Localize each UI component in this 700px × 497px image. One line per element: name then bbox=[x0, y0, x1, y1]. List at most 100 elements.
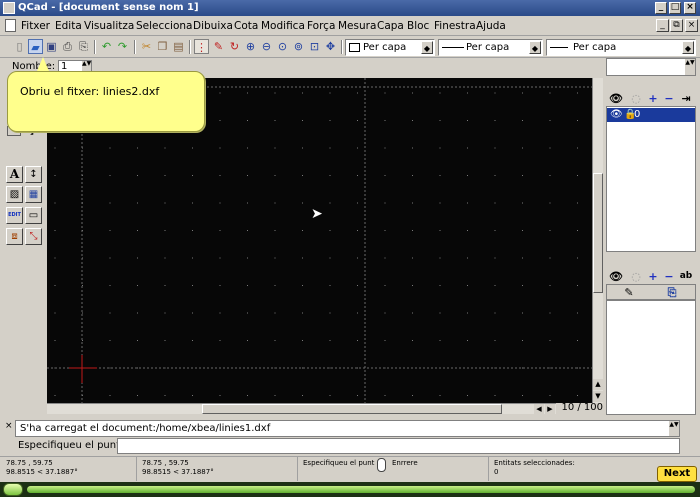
mdi-restore-icon[interactable]: ⧉ bbox=[670, 19, 683, 32]
edit-block-icon[interactable]: ✎ bbox=[622, 286, 636, 300]
maximize-icon[interactable]: □ bbox=[669, 2, 681, 14]
grid-toggle-icon[interactable]: ⋮ bbox=[194, 39, 209, 54]
menu-cota[interactable]: Cota bbox=[234, 20, 258, 32]
menu-bar: Fitxer Edita Visualitza Selecciona Dibui… bbox=[0, 16, 700, 36]
copy-icon[interactable]: ❐ bbox=[155, 39, 170, 54]
text-tool-icon[interactable]: A bbox=[6, 166, 23, 183]
image-tool-icon[interactable]: ▦ bbox=[25, 186, 42, 203]
new-file-icon[interactable]: ▯ bbox=[12, 39, 27, 54]
menu-visualitza[interactable]: Visualitza bbox=[84, 20, 134, 32]
vertical-scrollbar[interactable]: ▲ ▼ bbox=[592, 78, 603, 403]
rel-coord-text: 78.75 , 59.75 bbox=[142, 459, 189, 467]
layer-visible-icon[interactable]: 👁 bbox=[610, 108, 623, 122]
paste-icon[interactable]: ▤ bbox=[171, 39, 186, 54]
scroll-left-icon[interactable]: ◀ bbox=[534, 404, 544, 414]
undo-icon[interactable]: ↶ bbox=[99, 39, 114, 54]
rename-block-icon[interactable]: ab bbox=[679, 270, 693, 284]
abs-polar-text: 98.8515 < 37.1887° bbox=[6, 468, 78, 476]
zoom-previous-icon[interactable]: ⊚ bbox=[291, 39, 306, 54]
command-prompt: Especifiqueu el punt bbox=[18, 440, 121, 451]
chevron-down-icon[interactable]: ◆ bbox=[682, 41, 694, 54]
horizontal-scrollbar[interactable]: ◀ ▶ bbox=[47, 403, 556, 414]
print-icon[interactable]: ⎙ bbox=[60, 39, 75, 54]
title-bar[interactable]: QCad - [document sense nom 1] _ □ × bbox=[0, 0, 700, 16]
width-combo[interactable]: Per capa ◆ bbox=[438, 39, 543, 56]
vertical-scroll-thumb[interactable] bbox=[593, 173, 603, 293]
scroll-up-icon[interactable]: ▲ bbox=[593, 379, 603, 390]
menu-dibuixa[interactable]: Dibuixa bbox=[193, 20, 233, 32]
toggle-layer-icon[interactable]: ⇥ bbox=[679, 92, 693, 106]
layer-row[interactable]: 👁 🔒 0 bbox=[607, 108, 695, 122]
horizontal-scroll-thumb[interactable] bbox=[202, 404, 502, 414]
selected-count: 0 bbox=[494, 468, 499, 476]
cut-icon[interactable]: ✂ bbox=[139, 39, 154, 54]
minimize-icon[interactable]: _ bbox=[655, 2, 667, 14]
hide-all-blocks-icon[interactable]: ◌ bbox=[629, 270, 643, 284]
document-icon[interactable] bbox=[5, 19, 16, 32]
dimension-tool-icon[interactable]: ↕ bbox=[25, 166, 42, 183]
layer-list: 👁 🔒 0 bbox=[606, 106, 696, 252]
grid-dots bbox=[54, 92, 578, 396]
menu-selecciona[interactable]: Selecciona bbox=[136, 20, 192, 32]
width-combo-label: Per capa bbox=[466, 42, 510, 53]
remove-layer-icon[interactable]: − bbox=[662, 92, 676, 106]
mouse-right-hint: Enrrere bbox=[392, 459, 418, 467]
qcad-window: QCad - [document sense nom 1] _ □ × Fitx… bbox=[0, 0, 700, 497]
linetype-combo[interactable]: Per capa ◆ bbox=[546, 39, 696, 56]
open-file-icon[interactable]: ▰ bbox=[28, 39, 43, 54]
hide-all-layers-icon[interactable]: ◌ bbox=[629, 92, 643, 106]
tooltip-text: Obriu el fitxer: linies2.dxf bbox=[20, 85, 160, 98]
tooltip-pointer bbox=[37, 57, 49, 71]
color-combo[interactable]: Per capa ◆ bbox=[345, 39, 435, 56]
command-history: S'ha carregat el document:/home/xbea/lin… bbox=[15, 420, 680, 437]
menu-modifica[interactable]: Modifica bbox=[261, 20, 305, 32]
menu-fitxer[interactable]: Fitxer bbox=[21, 20, 50, 32]
select-tool-icon[interactable]: ⤡ bbox=[25, 228, 42, 245]
color-combo-label: Per capa bbox=[363, 42, 407, 53]
block-tool-icon[interactable]: ⧈ bbox=[6, 228, 23, 245]
mdi-close-icon[interactable]: × bbox=[685, 19, 698, 32]
app-icon[interactable] bbox=[3, 2, 15, 14]
hatch-tool-icon[interactable]: ▨ bbox=[6, 186, 23, 203]
menu-mesura[interactable]: Mesura bbox=[338, 20, 376, 32]
zoom-window-icon[interactable]: ⊡ bbox=[307, 39, 322, 54]
redraw-icon[interactable]: ↻ bbox=[227, 39, 242, 54]
save-icon[interactable]: ▣ bbox=[44, 39, 59, 54]
chevron-down-icon[interactable]: ◆ bbox=[421, 41, 433, 54]
line-width-sample bbox=[442, 47, 464, 48]
menu-ajuda[interactable]: Ajuda bbox=[476, 20, 506, 32]
zoom-pan-icon[interactable]: ✥ bbox=[323, 39, 338, 54]
progress-knob[interactable] bbox=[3, 483, 23, 496]
measure-tool-icon[interactable]: ▭ bbox=[25, 207, 42, 224]
menu-forca[interactable]: Força bbox=[307, 20, 335, 32]
spin-arrows-icon[interactable]: ▲▼ bbox=[685, 59, 695, 75]
add-layer-icon[interactable]: + bbox=[646, 92, 660, 106]
draft-mode-icon[interactable]: ✎ bbox=[211, 39, 226, 54]
show-all-layers-icon[interactable]: 👁 bbox=[609, 92, 623, 106]
scroll-down-icon[interactable]: ▼ bbox=[593, 391, 603, 402]
remove-block-icon[interactable]: − bbox=[662, 270, 676, 284]
command-close-icon[interactable]: × bbox=[5, 421, 13, 431]
show-all-blocks-icon[interactable]: 👁 bbox=[609, 270, 623, 284]
menu-bloc[interactable]: Bloc bbox=[407, 20, 429, 32]
tutorial-tooltip: Obriu el fitxer: linies2.dxf bbox=[7, 71, 205, 132]
zoom-auto-icon[interactable]: ⊙ bbox=[275, 39, 290, 54]
insert-block-icon[interactable]: ⎘ bbox=[665, 286, 679, 300]
command-input[interactable] bbox=[117, 438, 680, 454]
scroll-right-icon[interactable]: ▶ bbox=[545, 404, 555, 414]
zoom-in-icon[interactable]: ⊕ bbox=[243, 39, 258, 54]
zoom-out-icon[interactable]: ⊖ bbox=[259, 39, 274, 54]
close-icon[interactable]: × bbox=[684, 2, 696, 14]
print-preview-icon[interactable]: ⎘ bbox=[76, 39, 91, 54]
history-scroll-icon[interactable]: ▲▼ bbox=[669, 421, 679, 436]
menu-finestra[interactable]: Finestra bbox=[434, 20, 476, 32]
chevron-down-icon[interactable]: ◆ bbox=[529, 41, 541, 54]
redo-icon[interactable]: ↷ bbox=[115, 39, 130, 54]
next-button[interactable]: Next bbox=[657, 466, 697, 482]
mdi-minimize-icon[interactable]: _ bbox=[656, 19, 669, 32]
menu-edita[interactable]: Edita bbox=[55, 20, 82, 32]
add-block-icon[interactable]: + bbox=[646, 270, 660, 284]
menu-capa[interactable]: Capa bbox=[377, 20, 404, 32]
block-list bbox=[606, 300, 696, 415]
edit-tool-icon[interactable]: EDIT bbox=[6, 207, 23, 224]
